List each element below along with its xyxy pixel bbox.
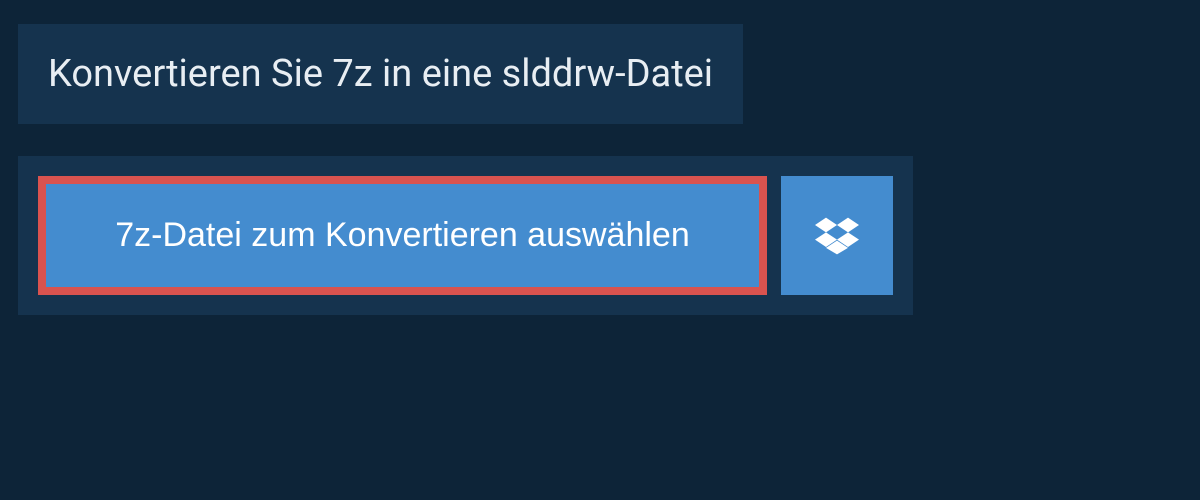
dropbox-button[interactable]	[781, 176, 893, 295]
header-bar: Konvertieren Sie 7z in eine slddrw-Datei	[18, 24, 743, 124]
page-title: Konvertieren Sie 7z in eine slddrw-Datei	[48, 52, 713, 96]
button-area: 7z-Datei zum Konvertieren auswählen	[18, 156, 913, 315]
select-file-label: 7z-Datei zum Konvertieren auswählen	[115, 216, 690, 255]
select-file-highlight: 7z-Datei zum Konvertieren auswählen	[38, 176, 767, 295]
dropbox-icon	[815, 214, 859, 258]
select-file-button[interactable]: 7z-Datei zum Konvertieren auswählen	[46, 184, 759, 287]
